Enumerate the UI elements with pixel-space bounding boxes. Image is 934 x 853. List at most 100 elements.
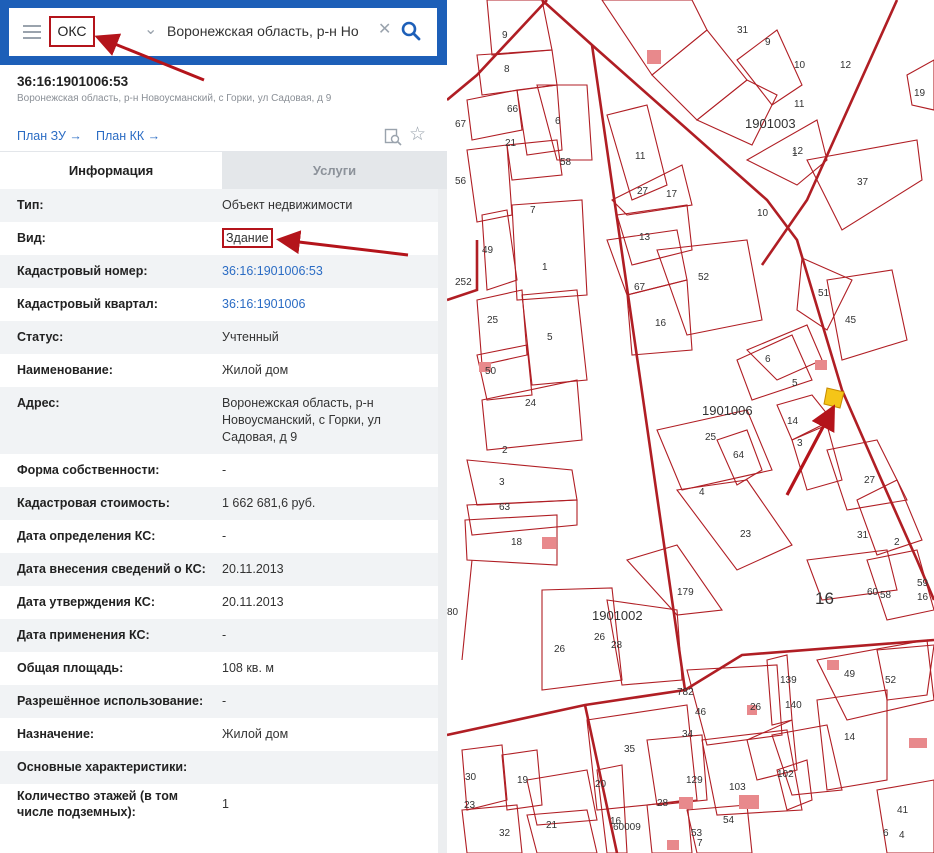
parcel <box>541 587 623 691</box>
arrow-to-type-select <box>94 33 205 82</box>
property-row: Дата определения КС: - <box>0 520 438 553</box>
parcel-label: 31 <box>737 25 749 36</box>
property-label: Дата внесения сведений о КС: <box>17 562 206 576</box>
parcel <box>521 289 588 386</box>
annotation-arrows <box>94 33 409 257</box>
parcel-label: 46 <box>695 707 707 718</box>
parcel <box>736 334 813 401</box>
parcel-label: 12 <box>840 60 852 71</box>
building <box>647 50 661 64</box>
parcel-label: 34 <box>682 729 694 740</box>
parcel-label: 16 <box>917 592 929 603</box>
parcel-label: 14 <box>844 732 856 743</box>
parcel-label: 782 <box>677 687 694 698</box>
building <box>679 797 693 809</box>
property-row: Основные характеристики: <box>0 751 438 784</box>
property-row: Дата применения КС: - <box>0 619 438 652</box>
parcel-label: 5 <box>792 378 798 389</box>
parcel <box>646 734 708 806</box>
quarter-boundary-line <box>760 0 899 266</box>
property-value: 20.11.2013 <box>222 595 284 609</box>
property-value: Жилой дом <box>222 727 289 741</box>
parcel-label: 20 <box>595 779 607 790</box>
parcel-label: 19 <box>517 775 529 786</box>
parcel <box>526 769 598 826</box>
property-row: Адрес: Воронежская область, р-н Новоусма… <box>0 387 438 454</box>
parcel <box>746 324 823 381</box>
parcel-label: 58 <box>880 590 892 601</box>
parcel <box>651 29 748 121</box>
parcel-label: 16 <box>655 318 667 329</box>
property-row: Форма собственности: - <box>0 454 438 487</box>
parcel <box>616 204 693 266</box>
parcel <box>486 0 553 56</box>
property-row: Дата внесения сведений о КС: 20.11.2013 <box>0 553 438 586</box>
parcel-label: 18 <box>511 537 523 548</box>
quarter-label: 1901002 <box>592 608 643 623</box>
property-label: Количество этажей (в том числе подземных… <box>17 789 178 819</box>
parcel <box>476 49 558 96</box>
parcel-label: 2 <box>502 445 508 456</box>
building <box>667 840 679 850</box>
parcel-label: 3 <box>797 438 803 449</box>
parcel-label: 25 <box>487 315 499 326</box>
parcel-label: 51 <box>818 288 830 299</box>
property-value: - <box>222 529 227 543</box>
parcel-label: 6 <box>555 116 561 127</box>
parcel <box>536 84 593 161</box>
quarter-label: 1901003 <box>745 116 796 131</box>
parcel-label: 21 <box>505 138 517 149</box>
parcel-label: 11 <box>635 151 646 162</box>
property-value: - <box>222 628 227 642</box>
parcel-label: 7 <box>697 838 703 849</box>
property-row: Разрешённое использование: - <box>0 685 438 718</box>
parcel-label: 67 <box>634 282 646 293</box>
parcel-label: 21 <box>546 820 558 831</box>
parcel-label: 31 <box>857 530 869 541</box>
map-canvas[interactable]: 190100319010061901002169831910 1211121371… <box>447 0 934 853</box>
parcel-label: 60 <box>867 587 879 598</box>
property-label: Дата определения КС: <box>17 529 156 543</box>
property-label: Общая площадь: <box>17 661 124 675</box>
parcel-label: 26 <box>554 644 566 655</box>
parcel-label: 129 <box>686 775 703 786</box>
quarter-boundary-line <box>590 44 687 691</box>
parcel-label: 23 <box>740 529 752 540</box>
property-row: Общая площадь: 108 кв. м <box>0 652 438 685</box>
parcel-label: 63 <box>499 502 511 513</box>
parcel <box>466 89 523 141</box>
property-label: Дата утверждения КС: <box>17 595 155 609</box>
building <box>815 360 827 370</box>
quarter-label: 16 <box>815 589 834 608</box>
parcel-label: 28 <box>611 640 623 651</box>
parcel-label: 26 <box>750 702 762 713</box>
property-label: Дата применения КС: <box>17 628 150 642</box>
cadastral-map[interactable]: 1901003 1901006 1901002 16 9 8 31 9 10 12 11 12 1 37 1… <box>447 0 934 853</box>
property-label: Назначение: <box>17 727 95 741</box>
quarter-boundary-line <box>447 0 548 101</box>
parcel <box>466 499 578 536</box>
property-value: Воронежская область, р-н Новоусманский, … <box>222 396 381 444</box>
parcel-label: 7 <box>530 205 536 216</box>
parcel-label: 103 <box>729 782 746 793</box>
property-value: 108 кв. м <box>222 661 274 675</box>
property-label: Статус: <box>17 330 64 344</box>
property-row: Дата утверждения КС: 20.11.2013 <box>0 586 438 619</box>
parcel <box>791 424 843 491</box>
quarter-boundaries <box>447 0 934 853</box>
parcel-label: 49 <box>482 245 494 256</box>
parcel-label: 179 <box>677 587 694 598</box>
property-value: 1 662 681,6 руб. <box>222 496 316 510</box>
parcel-label: 8 <box>504 64 510 75</box>
property-value: 20.11.2013 <box>222 562 284 576</box>
property-row: Кадастровая стоимость: 1 662 681,6 руб. <box>0 487 438 520</box>
selected-parcel[interactable] <box>823 387 845 409</box>
parcel-label: 26 <box>594 632 606 643</box>
parcel-label: 10 <box>794 60 806 71</box>
info-panel: ОКС ⌄ Воронежская область, р-н Но ✕ 36:1… <box>0 0 447 853</box>
property-row: Статус: Учтенный <box>0 321 438 354</box>
parcel-label: 6 <box>883 828 889 839</box>
parcel-label: 25 <box>705 432 717 443</box>
property-row: Наименование: Жилой дом <box>0 354 438 387</box>
parcel <box>826 269 908 361</box>
